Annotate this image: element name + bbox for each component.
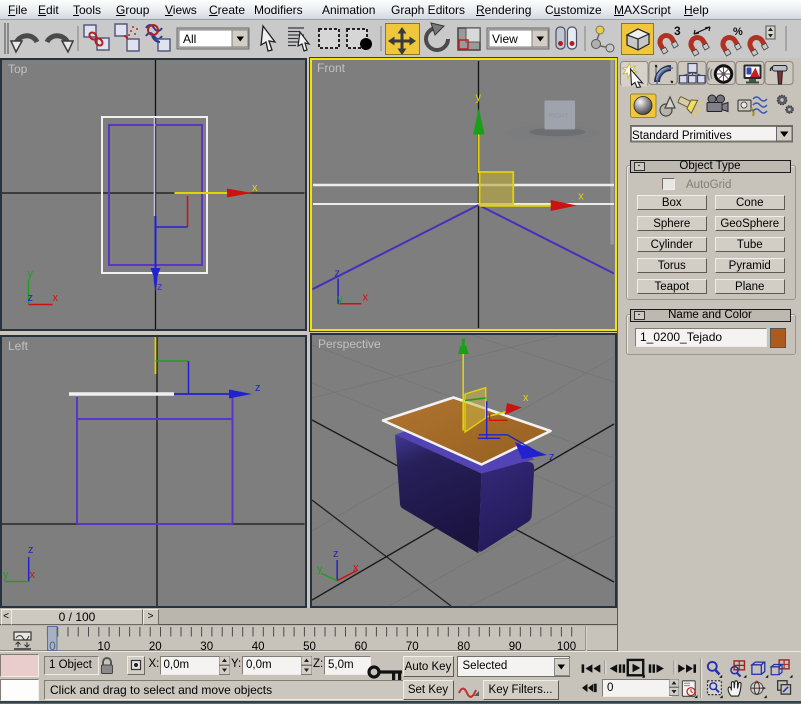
svg-text:z: z bbox=[28, 292, 34, 304]
svg-text:x: x bbox=[252, 182, 258, 194]
svg-text:z: z bbox=[157, 281, 163, 293]
svg-text:20: 20 bbox=[149, 641, 162, 651]
svg-text:z: z bbox=[335, 268, 341, 280]
svg-text:y: y bbox=[476, 92, 482, 104]
svg-text:10: 10 bbox=[98, 641, 111, 651]
svg-text:x: x bbox=[578, 191, 584, 203]
svg-text:100: 100 bbox=[557, 641, 576, 651]
svg-text:%: % bbox=[733, 26, 743, 38]
svg-text:x: x bbox=[523, 392, 529, 404]
svg-text:30: 30 bbox=[200, 641, 213, 651]
svg-text:3: 3 bbox=[674, 24, 681, 38]
svg-text:y: y bbox=[28, 268, 34, 280]
svg-text:y: y bbox=[338, 294, 344, 306]
svg-text:x: x bbox=[353, 562, 359, 574]
svg-text:z: z bbox=[549, 451, 555, 463]
svg-text:80: 80 bbox=[457, 641, 470, 651]
svg-text:View: View bbox=[492, 32, 518, 46]
svg-text:RIGHT: RIGHT bbox=[549, 113, 569, 120]
svg-text:90: 90 bbox=[509, 641, 522, 651]
svg-text:y: y bbox=[317, 563, 323, 575]
svg-text:y: y bbox=[3, 569, 9, 581]
svg-text:z: z bbox=[333, 548, 339, 560]
svg-text:All: All bbox=[183, 32, 196, 46]
svg-text:x: x bbox=[30, 569, 36, 581]
svg-text:60: 60 bbox=[355, 641, 368, 651]
svg-text:x: x bbox=[363, 292, 369, 304]
svg-text:x: x bbox=[53, 292, 59, 304]
svg-text:70: 70 bbox=[406, 641, 419, 651]
svg-text:z: z bbox=[255, 382, 261, 394]
svg-text:40: 40 bbox=[252, 641, 265, 651]
svg-text:50: 50 bbox=[303, 641, 316, 651]
svg-text:z: z bbox=[28, 544, 34, 556]
